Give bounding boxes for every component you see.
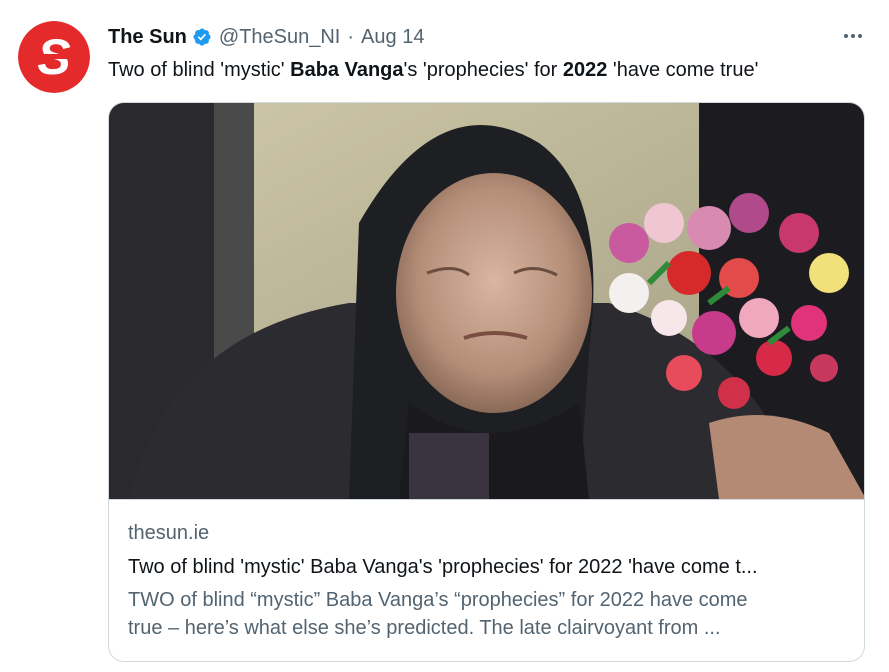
tweet-date[interactable]: Aug 14: [361, 26, 424, 49]
avatar[interactable]: S: [18, 21, 90, 93]
author-handle[interactable]: @TheSun_NI: [219, 26, 340, 49]
tweet-text-bold-baba-vanga: Baba Vanga: [290, 59, 404, 81]
tweet-text-bold-year: 2022: [562, 59, 608, 81]
card-description: true – here’s what else she’s predicted.…: [128, 617, 721, 639]
the-sun-logo: S: [18, 21, 90, 93]
card-domain: thesun.ie: [128, 522, 210, 544]
tweet-text: Two of blind 'mystic' Baba Vanga's 'prop…: [108, 57, 758, 83]
tweet-text-part: Two of blind 'mystic': [108, 59, 291, 81]
separator-dot: ·: [347, 25, 355, 48]
link-card[interactable]: thesun.ie Two of blind 'mystic' Baba Van…: [108, 102, 865, 662]
verified-badge-icon: [193, 28, 211, 46]
card-image[interactable]: [109, 103, 865, 499]
more-options-icon[interactable]: [839, 22, 867, 50]
card-title[interactable]: Two of blind 'mystic' Baba Vanga's 'prop…: [128, 556, 758, 579]
card-description: TWO of blind “mystic” Baba Vanga’s “prop…: [128, 589, 748, 611]
tweet-text-part: 'have come true': [607, 59, 759, 81]
author-name[interactable]: The Sun: [108, 26, 187, 49]
tweet-header: The Sun @TheSun_NI · Aug 14: [108, 24, 424, 50]
tweet-text-part: 's 'prophecies' for: [403, 59, 563, 81]
tweet[interactable]: S The Sun @TheSun_NI · Aug 14 Two of bli…: [0, 0, 889, 672]
card-body[interactable]: thesun.ie Two of blind 'mystic' Baba Van…: [109, 499, 864, 661]
